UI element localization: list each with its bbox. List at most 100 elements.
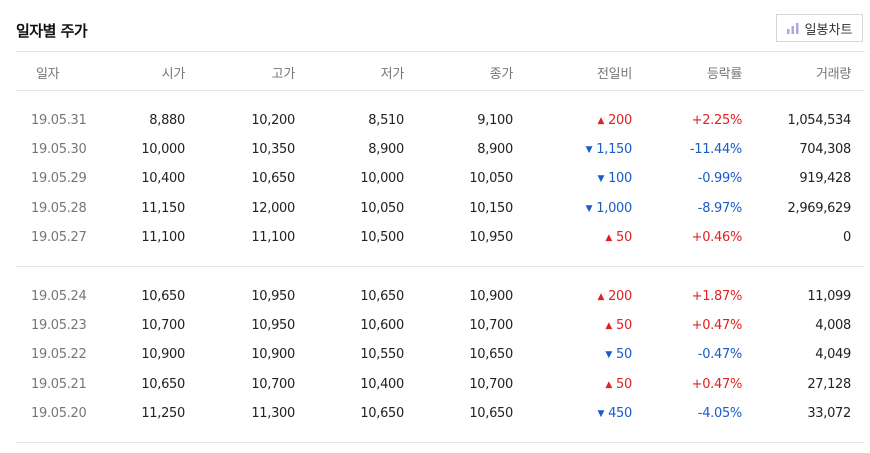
cell-change: ▼ 100 (597, 171, 632, 186)
cell-close-value: 10,950 (469, 229, 513, 245)
cell-volume: 4,008 (815, 318, 851, 333)
cell-rate: +1.87% (691, 288, 743, 304)
cell-volume-value: 704,308 (799, 142, 851, 158)
cell-volume: 33,072 (807, 406, 851, 421)
cell-rate: -4.05% (697, 405, 743, 421)
cell-change-value: 100 (608, 171, 632, 187)
cell-date: 19.05.20 (31, 406, 87, 421)
cell-high: 10,200 (251, 113, 295, 128)
cell-rate-value: +0.46% (691, 229, 743, 245)
cell-high-value: 10,350 (251, 142, 295, 158)
cell-rate: -11.44% (690, 142, 742, 157)
cell-volume: 11,099 (807, 289, 851, 304)
cell-volume-value: 27,128 (807, 376, 851, 392)
daily-chart-button[interactable]: 일봉차트 (776, 14, 863, 42)
cell-change: ▼ 50 (605, 347, 632, 362)
table-row: 19.05.23 10,700 10,950 10,600 10,700 ▲ 50 +0.47… (16, 311, 865, 340)
cell-low: 10,400 (360, 377, 404, 392)
cell-high: 12,000 (251, 201, 295, 216)
cell-volume-value: 0 (843, 229, 851, 245)
cell-rate-value: -11.44% (689, 142, 742, 158)
cell-high-value: 12,000 (251, 200, 295, 216)
cell-date-value: 19.05.22 (31, 347, 87, 363)
column-header-change: 전일비 (597, 67, 632, 82)
cell-volume: 0 (843, 230, 851, 245)
cell-low: 10,000 (360, 171, 404, 186)
cell-change-value: 50 (616, 318, 632, 334)
column-header-close: 종가 (489, 67, 514, 82)
cell-low: 8,510 (368, 113, 404, 128)
cell-change: ▼ 1,150 (585, 142, 633, 157)
page-title: 일자별 주가 (16, 22, 88, 40)
column-header-volume: 거래량 (816, 67, 851, 82)
table-header: 일자 시가 고가 저가 종가 전일비 등락률 거래량 (16, 51, 865, 91)
cell-volume-value: 4,049 (815, 347, 851, 363)
cell-close: 10,950 (469, 230, 513, 245)
cell-volume: 2,969,629 (787, 200, 852, 216)
cell-rate-value: +1.87% (691, 288, 743, 304)
cell-open: 8,880 (149, 113, 185, 128)
cell-open-value: 10,650 (141, 376, 185, 392)
cell-rate-value: -0.47% (697, 347, 743, 363)
table-row: 19.05.24 10,650 10,950 10,650 10,900 ▲ 200 +1.8… (16, 282, 865, 311)
cell-open: 10,000 (141, 142, 185, 157)
cell-close-value: 9,100 (477, 113, 513, 128)
cell-rate-value: -8.97% (697, 200, 743, 216)
cell-low-value: 8,900 (368, 142, 404, 158)
cell-high-value: 10,950 (251, 318, 295, 334)
cell-low: 10,600 (360, 318, 404, 333)
cell-high: 11,100 (251, 230, 295, 245)
cell-close: 10,150 (469, 201, 513, 216)
cell-volume-value: 2,969,629 (787, 200, 852, 216)
cell-high: 10,900 (251, 347, 295, 362)
cell-open: 10,650 (141, 289, 185, 304)
table-row: 19.05.31 8,880 10,200 8,510 9,100 ▲ 200 +2.25% 1… (16, 106, 865, 135)
cell-high: 10,650 (251, 171, 295, 186)
cell-change: ▲ 50 (605, 230, 632, 245)
cell-open: 10,900 (141, 347, 185, 362)
cell-close-value: 8,900 (477, 142, 513, 158)
cell-open-value: 10,650 (141, 288, 185, 304)
cell-rate-value: +2.25% (691, 113, 743, 128)
cell-volume-value: 919,428 (799, 171, 851, 187)
cell-volume: 4,049 (815, 347, 851, 362)
bar-chart-icon (786, 22, 799, 34)
cell-low-value: 10,400 (360, 376, 404, 392)
down-triangle-icon: ▼ (585, 145, 593, 156)
cell-open-value: 11,150 (141, 200, 185, 216)
up-triangle-icon: ▲ (597, 116, 605, 126)
cell-low-value: 10,600 (360, 318, 404, 334)
table-row: 19.05.28 11,150 12,000 10,050 10,150 ▼ 1,000 -8… (16, 194, 865, 223)
cell-date-value: 19.05.28 (31, 200, 87, 216)
cell-close-value: 10,700 (469, 376, 513, 392)
cell-change-value: 200 (608, 113, 632, 128)
cell-volume: 919,428 (799, 171, 851, 186)
cell-open: 11,250 (141, 406, 185, 421)
cell-low: 8,900 (368, 142, 404, 157)
cell-high-value: 11,100 (251, 229, 295, 245)
cell-rate: +0.47% (692, 377, 743, 392)
cell-change-value: 50 (616, 229, 632, 245)
column-header-rate: 등락률 (707, 67, 742, 82)
cell-low-value: 10,550 (360, 347, 404, 363)
cell-rate: -8.97% (697, 200, 743, 216)
daily-price-panel: 일자별 주가 일봉차트 일자 시가 고가 저가 종가 전일비 등락률 거래량 1… (0, 0, 870, 453)
cell-change: ▼ 1,000 (586, 201, 633, 216)
down-triangle-icon: ▼ (605, 350, 613, 361)
cell-low-value: 8,510 (368, 113, 404, 128)
cell-open-value: 10,900 (141, 347, 185, 363)
cell-close: 10,900 (469, 289, 513, 304)
table-row: 19.05.30 10,000 10,350 8,900 8,900 ▼ 1,150 -11.… (16, 135, 865, 164)
cell-high-value: 10,650 (251, 171, 295, 187)
cell-rate-value: -4.05% (697, 405, 743, 421)
cell-high-value: 11,300 (251, 405, 295, 421)
cell-close-value: 10,900 (469, 288, 513, 304)
cell-rate: -0.99% (698, 171, 743, 186)
cell-volume: 27,128 (807, 377, 851, 392)
cell-high-value: 10,950 (251, 288, 295, 304)
cell-close-value: 10,650 (469, 347, 513, 363)
cell-close: 10,650 (469, 347, 513, 362)
table-row: 19.05.20 11,250 11,300 10,650 10,650 ▼ 450 -4.0… (16, 399, 865, 428)
cell-low: 10,650 (360, 289, 404, 304)
column-header-high: 고가 (271, 67, 296, 82)
